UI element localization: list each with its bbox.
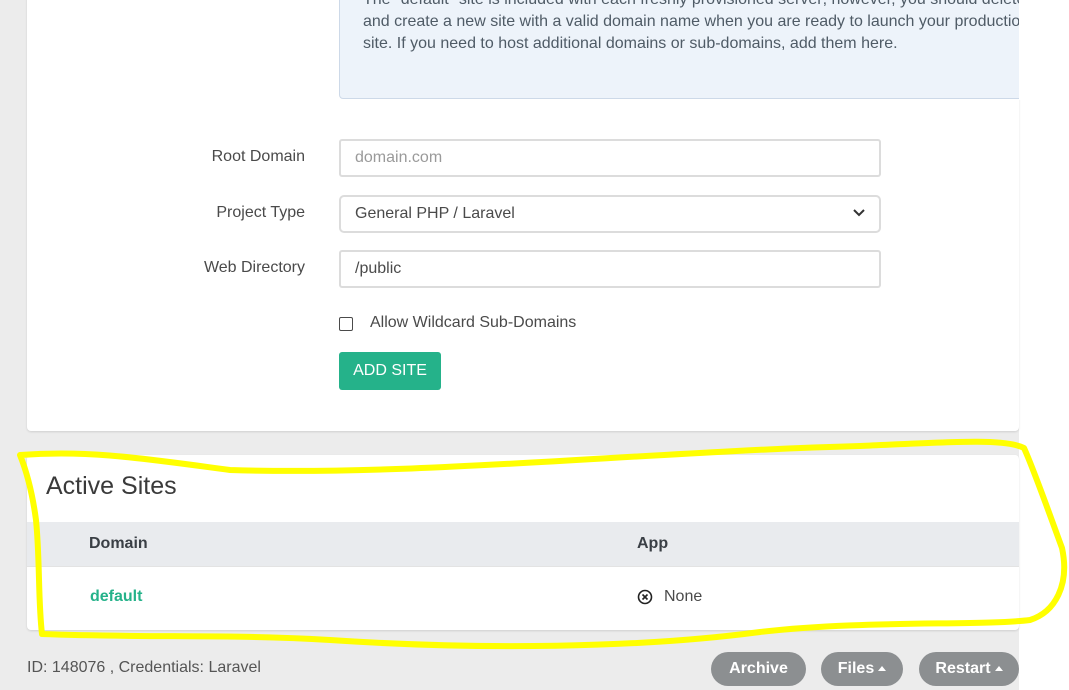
viewport-edge	[1019, 0, 1069, 100]
right-margin	[1019, 0, 1069, 690]
web-directory-value: /public	[355, 260, 402, 277]
restart-label: Restart	[935, 660, 991, 677]
root-domain-input[interactable]: domain.com	[339, 139, 881, 177]
column-header-app: App	[637, 535, 669, 552]
root-domain-label: Root Domain	[211, 148, 305, 165]
restart-dropdown-button[interactable]: Restart	[919, 652, 1019, 686]
caret-up-icon	[878, 666, 887, 671]
project-type-select[interactable]: General PHP / Laravel	[339, 195, 881, 233]
web-directory-input[interactable]: /public	[339, 250, 881, 288]
caret-up-icon	[994, 666, 1003, 671]
table-header: Domain App	[27, 522, 1019, 566]
project-type-label: Project Type	[216, 204, 305, 221]
active-sites-card: Active Sites Domain App default None	[27, 455, 1019, 630]
archive-label: Archive	[729, 660, 788, 677]
web-directory-label: Web Directory	[203, 259, 305, 276]
chevron-down-icon	[853, 209, 865, 217]
notice-text: The "default" site is included with each…	[363, 0, 1038, 52]
table-row: default None	[27, 566, 1019, 630]
default-site-notice: The "default" site is included with each…	[339, 0, 1039, 99]
times-circle-icon	[637, 589, 653, 605]
active-sites-title: Active Sites	[46, 472, 177, 500]
project-type-value: General PHP / Laravel	[355, 205, 515, 222]
site-domain-link[interactable]: default	[90, 588, 142, 606]
root-domain-placeholder: domain.com	[355, 149, 443, 166]
archive-button[interactable]: Archive	[711, 652, 806, 686]
wildcard-label: Allow Wildcard Sub-Domains	[370, 314, 577, 331]
server-id-credentials: ID: 148076 , Credentials: Laravel	[27, 659, 261, 676]
files-label: Files	[837, 660, 875, 677]
site-app-value: None	[664, 588, 703, 605]
column-header-domain: Domain	[89, 535, 148, 552]
files-dropdown-button[interactable]: Files	[821, 652, 903, 686]
add-site-button[interactable]: ADD SITE	[339, 352, 441, 390]
wildcard-checkbox[interactable]	[339, 317, 353, 331]
